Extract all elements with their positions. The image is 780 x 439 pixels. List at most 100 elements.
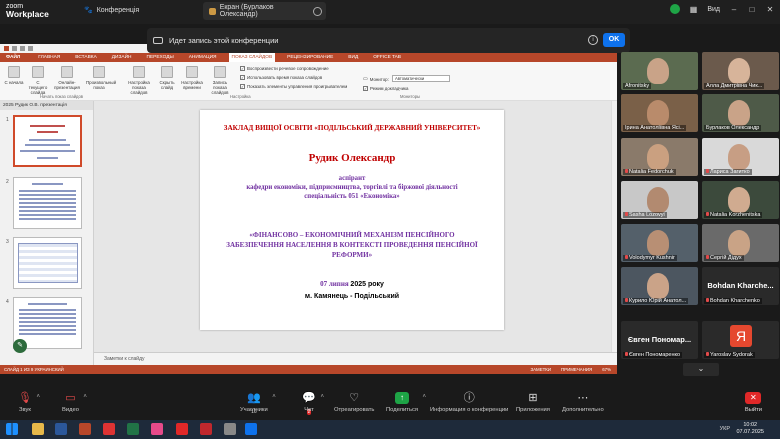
media-app-icon[interactable]	[200, 423, 212, 435]
participant-tile[interactable]: Курило Юрій Анатол...	[621, 267, 698, 305]
participant-tile[interactable]: Natalia Fedorchuk	[621, 138, 698, 176]
stop-view-icon[interactable]	[313, 6, 323, 16]
document-tab[interactable]: 2025 Рудик О.В. презентація	[0, 101, 93, 110]
annotation-pen-icon[interactable]: ✎	[13, 339, 27, 353]
browser-icon[interactable]	[151, 423, 163, 435]
minimize-icon[interactable]: –	[730, 5, 738, 14]
play-narrations-check[interactable]: ✓ Воспроизвести речевое сопровождение	[240, 66, 329, 71]
system-tray[interactable]: УКР	[720, 426, 730, 432]
share-button[interactable]: ↑ Поделиться ˄	[386, 392, 426, 413]
slide-thumbnail-2[interactable]	[13, 177, 82, 229]
meeting-info-button[interactable]: ⓘ Информация о конференции	[430, 392, 508, 413]
tab-slide-show[interactable]: ПОКАЗ СЛАЙДОВ	[228, 53, 276, 62]
participant-tile[interactable]: Afronitsky	[621, 52, 698, 90]
checkbox-checked-icon: ✓	[240, 66, 245, 71]
reactions-button[interactable]: ♡ Отреагировать	[334, 392, 374, 413]
tab-animation[interactable]: АНИМАЦИЯ	[186, 55, 220, 60]
apps-button[interactable]: ⊞ Приложения	[516, 392, 550, 413]
custom-show-button[interactable]: Произвольный показ	[86, 66, 116, 90]
opera-icon[interactable]	[103, 423, 115, 435]
use-timings-check[interactable]: ✓ Использовать время показа слайдов	[240, 75, 322, 80]
gallery-next-page-button[interactable]: ⌄	[683, 363, 719, 376]
participant-tile[interactable]: Volodymyr Kushnir	[621, 224, 698, 262]
participant-video	[728, 187, 750, 213]
tab-home[interactable]: ГЛАВНАЯ	[35, 55, 63, 60]
slide-thumbnail-3[interactable]	[13, 237, 82, 289]
more-button[interactable]: ⋯ Дополнительно	[562, 392, 604, 413]
muted-mic-icon	[625, 212, 628, 216]
participant-tile[interactable]: Bohdan Kharche... Bohdan Kharchenko	[702, 267, 779, 305]
leave-button[interactable]: ✕ Выйти	[745, 392, 762, 413]
setup-show-button[interactable]: Настройка показа слайдов	[124, 66, 154, 95]
participant-tile[interactable]: Бурлаков Олександр	[702, 94, 779, 132]
recording-camera-icon	[153, 37, 163, 44]
slide-scrollbar[interactable]	[611, 101, 617, 352]
zoom-app-icon[interactable]	[245, 423, 257, 435]
hide-slide-button[interactable]: Скрыть слайд	[156, 66, 178, 90]
view-label[interactable]: Вид	[707, 6, 720, 13]
status-notes-button[interactable]: ЗАМЕТКИ	[530, 365, 551, 374]
slide-thumbnails-pane[interactable]: 2025 Рудик О.В. презентація 1 2 3 4 ✎	[0, 101, 94, 365]
participant-tile[interactable]: Лариса Загитко	[702, 138, 779, 176]
participant-tile[interactable]: Євген Пономар... Євген Пономаренко	[621, 321, 698, 359]
powerpoint-icon[interactable]	[79, 423, 91, 435]
pdf-reader-icon[interactable]	[176, 423, 188, 435]
rehearse-timings-button[interactable]: Настройка времени	[180, 66, 204, 90]
reactions-label: Отреагировать	[334, 407, 375, 413]
settings-icon[interactable]	[224, 423, 236, 435]
tab-transitions[interactable]: ПЕРЕХОДЫ	[144, 55, 177, 60]
status-zoom-level[interactable]: 67%	[602, 365, 611, 374]
word-icon[interactable]	[55, 423, 67, 435]
participants-button[interactable]: 👥16 Участники ˄	[240, 392, 276, 415]
record-show-button[interactable]: Запись показа слайдов	[206, 66, 234, 95]
screen-share-tab[interactable]: Екран (Бурлаков Олександр)	[203, 2, 326, 20]
tab-view[interactable]: ВИД	[345, 55, 361, 60]
close-icon[interactable]: ✕	[766, 5, 774, 14]
maximize-icon[interactable]: □	[748, 5, 756, 14]
conference-tab[interactable]: 🐾 Конференція	[84, 6, 140, 15]
save-icon[interactable]	[12, 46, 17, 51]
notes-pane[interactable]: Заметки к слайду	[94, 352, 617, 365]
windows-start-icon[interactable]	[6, 423, 18, 435]
current-slide[interactable]: ЗАКЛАД ВИЩОЇ ОСВІТИ «ПОДІЛЬСЬКИЙ ДЕРЖАВН…	[200, 110, 504, 330]
tab-review[interactable]: РЕЦЕНЗИРОВАНИЕ	[284, 55, 336, 60]
participant-tile[interactable]: Natalia Korzhenitska	[702, 181, 779, 219]
status-comments-button[interactable]: ПРИМЕЧАНИЯ	[561, 365, 592, 374]
file-explorer-icon[interactable]	[32, 423, 44, 435]
chat-button[interactable]: 💬2 Чат ˄	[302, 392, 324, 415]
system-clock[interactable]: 10:02 07.07.2025	[736, 422, 764, 436]
presenter-view-check[interactable]: ✓ Режим докладчика	[363, 86, 409, 91]
caret-up-icon[interactable]: ˄	[272, 394, 276, 400]
tab-insert[interactable]: ВСТАВКА	[72, 55, 100, 60]
audio-button[interactable]: 🎙 Звук ˄	[18, 392, 40, 413]
participant-tile[interactable]: Я Yaroslav Sydorak	[702, 321, 779, 359]
info-icon[interactable]: i	[588, 35, 598, 45]
participant-name-text: Євген Пономаренко	[629, 352, 681, 358]
monitor-select[interactable]: Автоматически	[392, 75, 450, 82]
tab-file[interactable]: ФАЙЛ	[0, 55, 27, 60]
slide-thumbnail-1[interactable]	[13, 115, 82, 167]
caret-up-icon[interactable]: ˄	[83, 394, 87, 400]
undo-icon[interactable]	[20, 46, 25, 51]
caret-up-icon[interactable]: ˄	[36, 394, 40, 400]
from-beginning-button[interactable]: С начала	[3, 66, 25, 85]
security-shield-icon[interactable]	[669, 4, 680, 14]
participant-tile[interactable]: Sasha Lozovyi	[621, 181, 698, 219]
from-current-button[interactable]: С текущего слайда	[27, 66, 49, 95]
video-button[interactable]: ▭ Видео ˄	[62, 392, 87, 413]
tab-office-tab[interactable]: OFFICE TAB	[370, 55, 404, 60]
participant-tile[interactable]: Алла Дмитрівна Чик...	[702, 52, 779, 90]
online-present-button[interactable]: Онлайн-презентация	[54, 66, 80, 90]
excel-icon[interactable]	[127, 423, 139, 435]
participant-tile[interactable]: Сергій Дідух	[702, 224, 779, 262]
conference-tab-label: Конференція	[96, 6, 140, 14]
caret-up-icon[interactable]: ˄	[320, 394, 324, 400]
participants-icon: 👥16	[246, 392, 261, 415]
tab-design[interactable]: ДИЗАЙН	[109, 55, 135, 60]
language-indicator[interactable]: УКР	[720, 426, 730, 432]
show-media-controls-check[interactable]: ✓ Показать элементы управления проигрыват…	[240, 84, 347, 89]
recording-ok-button[interactable]: OK	[603, 33, 625, 47]
caret-up-icon[interactable]: ˄	[423, 394, 427, 400]
redo-icon[interactable]	[28, 46, 33, 51]
participant-tile[interactable]: Ірина Анатоліївна Ясі...	[621, 94, 698, 132]
